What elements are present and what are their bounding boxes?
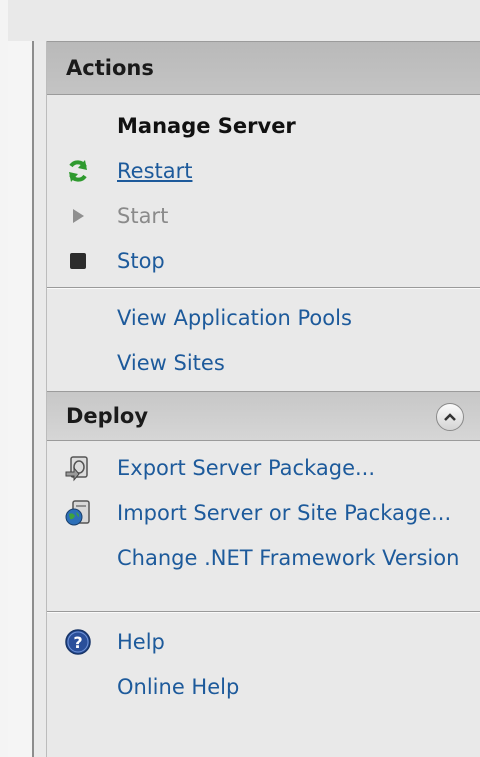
manage-server-heading-row: Manage Server <box>47 103 480 148</box>
start-icon <box>63 193 93 238</box>
online-help-link[interactable]: Online Help <box>117 675 239 699</box>
actions-header: Actions <box>47 41 480 95</box>
restart-icon <box>63 148 93 193</box>
stop-action[interactable]: Stop <box>47 238 480 283</box>
manage-server-heading: Manage Server <box>117 113 296 138</box>
help-link[interactable]: Help <box>117 630 165 654</box>
change-framework-link[interactable]: Change .NET Framework Version <box>117 541 477 575</box>
change-framework-action[interactable]: Change .NET Framework Version <box>47 535 480 607</box>
svg-text:?: ? <box>73 633 82 652</box>
stop-link[interactable]: Stop <box>117 249 165 273</box>
export-package-icon <box>63 445 93 490</box>
pane-splitter[interactable] <box>34 41 47 757</box>
view-sites-action[interactable]: View Sites <box>47 340 480 385</box>
stop-icon <box>63 238 93 283</box>
online-help-action[interactable]: Online Help <box>47 664 480 709</box>
import-package-icon <box>63 490 93 535</box>
import-package-link[interactable]: Import Server or Site Package... <box>117 501 451 525</box>
chevron-up-icon[interactable] <box>436 403 464 431</box>
help-icon: ? <box>63 619 93 664</box>
start-link: Start <box>117 203 169 228</box>
view-sites-link[interactable]: View Sites <box>117 351 225 375</box>
view-app-pools-action[interactable]: View Application Pools <box>47 295 480 340</box>
connections-pane <box>8 41 34 757</box>
window-edge <box>0 0 8 757</box>
export-package-link[interactable]: Export Server Package... <box>117 456 375 480</box>
start-action: Start <box>47 193 480 238</box>
restart-action[interactable]: Restart <box>47 148 480 193</box>
actions-pane: Actions Manage Server Restart Start Stop… <box>47 41 480 757</box>
deploy-title: Deploy <box>66 404 149 428</box>
restart-link[interactable]: Restart <box>117 159 192 183</box>
export-package-action[interactable]: Export Server Package... <box>47 445 480 490</box>
import-package-action[interactable]: Import Server or Site Package... <box>47 490 480 535</box>
help-action[interactable]: ? Help <box>47 619 480 664</box>
view-app-pools-link[interactable]: View Application Pools <box>117 306 352 330</box>
actions-title: Actions <box>66 56 154 80</box>
deploy-header[interactable]: Deploy <box>47 391 480 441</box>
